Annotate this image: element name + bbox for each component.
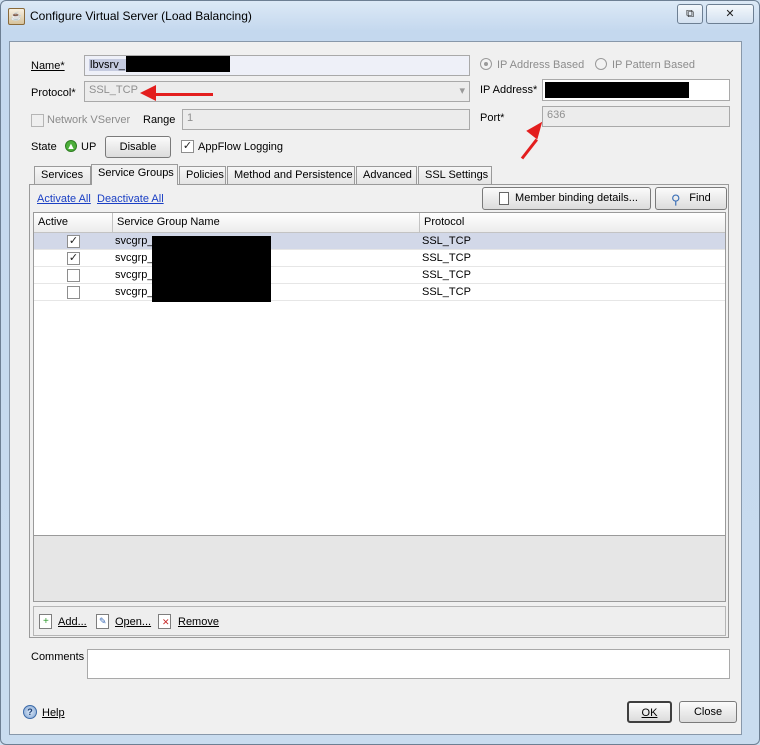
protocol-cell: SSL_TCP (422, 286, 471, 298)
active-checkbox[interactable] (67, 269, 80, 282)
tab-ssl-settings[interactable]: SSL Settings (418, 166, 492, 184)
find-button[interactable]: ⚲ Find (655, 187, 727, 210)
annotation-arrow (153, 93, 213, 96)
service-group-name: svcgrp_ (115, 252, 154, 264)
table-row[interactable]: ✓ svcgrp_ SSL_TCP (34, 250, 725, 267)
state-value: UP (81, 141, 97, 153)
activate-all-link[interactable]: Activate All (37, 193, 91, 205)
chevron-down-icon: ▾ (459, 85, 465, 97)
comments-label: Comments (31, 651, 85, 663)
protocol-label: Protocol* (31, 87, 76, 99)
title-bar: ☕ Configure Virtual Server (Load Balanci… (0, 0, 760, 32)
help-link[interactable]: Help (42, 707, 65, 719)
edit-icon: ✎ (96, 614, 109, 629)
ip-address-field[interactable] (542, 79, 730, 101)
network-vserver-label: Network VServer (47, 114, 131, 126)
tab-service-groups[interactable]: Service Groups (91, 164, 178, 185)
status-up-icon: ▲ (65, 140, 77, 152)
close-window-button[interactable]: ✕ (706, 4, 754, 24)
window-title: Configure Virtual Server (Load Balancing… (30, 9, 252, 23)
deactivate-all-link[interactable]: Deactivate All (97, 193, 164, 205)
restore-button[interactable]: ⧉ (677, 4, 703, 24)
protocol-cell: SSL_TCP (422, 235, 471, 247)
port-field[interactable]: 636 (542, 106, 730, 127)
column-header-active[interactable]: Active (34, 213, 113, 233)
search-icon: ⚲ (671, 192, 681, 207)
active-checkbox[interactable] (67, 286, 80, 299)
java-cup-icon: ☕ (8, 8, 25, 25)
open-label: Open... (115, 616, 152, 628)
port-label: Port* (480, 112, 505, 124)
ok-button[interactable]: OK (627, 701, 672, 723)
range-field[interactable]: 1 (182, 109, 470, 130)
ip-pattern-based-label: IP Pattern Based (612, 59, 695, 71)
column-header-protocol[interactable]: Protocol (420, 213, 725, 233)
tab-method-and-persistence[interactable]: Method and Persistence (227, 166, 355, 184)
find-label: Find (689, 192, 711, 204)
service-group-name: svcgrp_ (115, 269, 154, 281)
add-icon: + (39, 614, 52, 629)
annotation-arrowhead (140, 85, 156, 101)
table-row[interactable]: svcgrp_ SSL_TCP (34, 267, 725, 284)
appflow-label: AppFlow Logging (198, 141, 284, 153)
redacted-block (545, 82, 689, 98)
table-footer-area (33, 536, 726, 602)
protocol-value: SSL_TCP (89, 84, 138, 96)
state-label: State (31, 141, 57, 153)
remove-label: Remove (178, 616, 219, 628)
redacted-block (152, 236, 271, 250)
add-label: Add... (58, 616, 87, 628)
redacted-block (152, 284, 271, 302)
redacted-block (152, 250, 271, 267)
ip-address-based-label: IP Address Based (497, 59, 585, 71)
document-icon (499, 192, 509, 205)
name-value: lbvsrv_ (89, 58, 126, 71)
help-icon: ? (23, 705, 37, 719)
service-groups-table: Active Service Group Name Protocol ✓ svc… (33, 212, 726, 536)
active-checkbox[interactable]: ✓ (67, 252, 80, 265)
name-field[interactable]: lbvsrv_ (84, 55, 470, 76)
service-group-name: svcgrp_ (115, 286, 154, 298)
table-row[interactable]: ✓ svcgrp_ SSL_TCP (34, 233, 725, 250)
service-group-name: svcgrp_ (115, 235, 154, 247)
active-checkbox[interactable]: ✓ (67, 235, 80, 248)
member-binding-details-button[interactable]: Member binding details... (482, 187, 651, 210)
protocol-cell: SSL_TCP (422, 252, 471, 264)
comments-field[interactable] (87, 649, 730, 679)
name-label: Name* (31, 60, 65, 72)
tab-services[interactable]: Services (34, 166, 91, 184)
redacted-block (152, 267, 271, 284)
remove-icon: ✕ (158, 614, 171, 629)
column-header-service-group-name[interactable]: Service Group Name (113, 213, 420, 233)
network-vserver-checkbox[interactable] (31, 114, 44, 127)
tab-advanced[interactable]: Advanced (356, 166, 417, 184)
ip-pattern-based-radio[interactable] (595, 58, 607, 70)
redacted-block (125, 56, 230, 72)
tab-policies[interactable]: Policies (179, 166, 226, 184)
ip-address-label: IP Address* (480, 84, 538, 96)
protocol-cell: SSL_TCP (422, 269, 471, 281)
ip-address-based-radio[interactable] (480, 58, 492, 70)
close-button[interactable]: Close (679, 701, 737, 723)
member-binding-label: Member binding details... (515, 192, 638, 204)
range-label: Range (143, 114, 176, 126)
disable-button[interactable]: Disable (105, 136, 171, 158)
table-row[interactable]: svcgrp_ SSL_TCP (34, 284, 725, 302)
appflow-checkbox[interactable]: ✓ (181, 140, 194, 153)
